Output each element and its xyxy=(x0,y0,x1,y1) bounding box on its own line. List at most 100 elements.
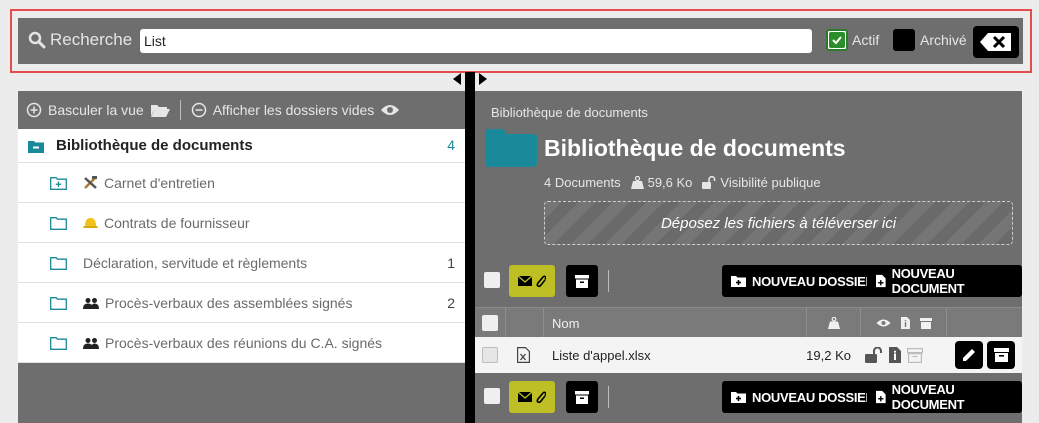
tools-icon xyxy=(84,176,97,189)
archive-button[interactable] xyxy=(566,265,598,297)
row-type-cell xyxy=(517,337,530,373)
select-all-checkbox[interactable] xyxy=(484,388,500,404)
header-size-cell[interactable] xyxy=(807,308,861,338)
new-folder-label: NOUVEAU DOSSIER xyxy=(752,389,875,405)
header-name-cell[interactable]: Nom xyxy=(544,308,807,338)
folder-tree: Bibliothèque de documents 4 Carnet d'ent… xyxy=(18,129,465,363)
envelope-icon xyxy=(518,276,532,286)
file-info-icon[interactable] xyxy=(900,317,910,329)
folder-icon xyxy=(50,256,67,270)
tree-item-label: Déclaration, servitude et règlements xyxy=(83,254,308,271)
folder-plus-icon xyxy=(50,176,67,190)
archive-checkbox[interactable] xyxy=(893,29,915,51)
show-empty-folders-button[interactable]: Afficher les dossiers vides xyxy=(213,102,375,118)
file-size: 19,2 Ko xyxy=(806,347,851,363)
hardhat-icon xyxy=(83,218,98,228)
select-all-checkbox[interactable] xyxy=(484,272,500,288)
archive-button[interactable] xyxy=(566,381,598,413)
visibility-text: Visibilité publique xyxy=(720,175,821,190)
tree-item-pv-reunions[interactable]: Procès-verbaux des réunions du C.A. sign… xyxy=(18,323,465,363)
row-actions-cell xyxy=(955,337,1015,373)
row-size-cell: 19,2 Ko xyxy=(805,337,851,373)
folder-open-icon[interactable] xyxy=(150,102,170,118)
page-title: Bibliothèque de documents xyxy=(544,135,846,161)
header-select-checkbox[interactable] xyxy=(482,315,498,331)
row-name-cell[interactable]: Liste d'appel.xlsx xyxy=(552,337,651,373)
tree-item-label: Carnet d'entretien xyxy=(104,174,215,191)
actif-checkbox[interactable] xyxy=(826,29,848,51)
folder-meta: 4 Documents 59,6 Ko Visibilité publique xyxy=(544,175,821,190)
toolbar-divider xyxy=(179,100,181,120)
weight-icon xyxy=(827,317,840,329)
file-plus-icon xyxy=(876,274,886,288)
tree-root-item[interactable]: Bibliothèque de documents 4 xyxy=(18,129,465,163)
new-document-button[interactable]: NOUVEAU DOCUMENT xyxy=(867,381,1022,413)
search-input[interactable] xyxy=(140,29,812,53)
row-checkbox-cell xyxy=(482,337,498,373)
header-type-cell xyxy=(506,308,544,338)
archive-icon[interactable] xyxy=(919,317,932,329)
row-checkbox[interactable] xyxy=(482,347,498,363)
tree-item-declaration[interactable]: Déclaration, servitude et règlements 1 xyxy=(18,243,465,283)
eye-icon[interactable] xyxy=(876,318,891,328)
archive-label: Archivé xyxy=(920,32,967,48)
tree-toolbar: Basculer la vue Afficher les dossiers vi… xyxy=(18,91,465,129)
minus-circle-icon xyxy=(191,102,206,118)
top-action-bar: NOUVEAU DOSSIER NOUVEAU DOCUMENT xyxy=(475,262,1022,302)
new-document-label: NOUVEAU DOCUMENT xyxy=(891,382,965,412)
folder-plus-icon xyxy=(731,392,746,403)
bottom-action-bar: NOUVEAU DOSSIER NOUVEAU DOCUMENT xyxy=(475,378,1022,418)
toggle-view-button[interactable]: Basculer la vue xyxy=(48,102,144,118)
edit-button[interactable] xyxy=(955,341,983,369)
breadcrumb[interactable]: Bibliothèque de documents xyxy=(491,105,648,120)
weight-icon xyxy=(630,176,644,189)
panel-splitter[interactable] xyxy=(465,72,475,423)
excel-file-icon xyxy=(517,347,530,363)
table-row[interactable]: Liste d'appel.xlsx 19,2 Ko xyxy=(475,337,1022,373)
action-divider xyxy=(608,270,609,292)
file-name[interactable]: Liste d'appel.xlsx xyxy=(552,348,651,363)
tree-item-contrats[interactable]: Contrats de fournisseur xyxy=(18,203,465,243)
tree-item-label: Contrats de fournisseur xyxy=(104,214,250,231)
email-attach-button[interactable] xyxy=(509,265,555,297)
new-folder-button[interactable]: NOUVEAU DOSSIER xyxy=(722,265,884,297)
archive-row-button[interactable] xyxy=(987,341,1015,369)
tree-item-count: 1 xyxy=(447,255,455,271)
folder-icon xyxy=(50,296,67,310)
archive-icon[interactable] xyxy=(907,347,923,363)
search-bar: Recherche Actif Archivé xyxy=(18,18,1023,64)
row-status-cell xyxy=(865,337,923,373)
tree-root-label: Bibliothèque de documents xyxy=(56,137,253,154)
tree-item-label: Procès-verbaux des assemblées signés xyxy=(105,294,353,311)
unlock-icon[interactable] xyxy=(865,347,883,363)
folder-tree-panel: Basculer la vue Afficher les dossiers vi… xyxy=(18,91,469,423)
paperclip-icon xyxy=(536,391,546,404)
actif-label: Actif xyxy=(852,32,880,48)
search-label-text: Recherche xyxy=(50,30,133,49)
new-document-button[interactable]: NOUVEAU DOCUMENT xyxy=(867,265,1022,297)
tree-item-carnet[interactable]: Carnet d'entretien xyxy=(18,163,465,203)
new-document-label: NOUVEAU DOCUMENT xyxy=(891,266,965,296)
folder-plus-icon xyxy=(731,276,746,287)
file-plus-icon xyxy=(876,390,886,404)
new-folder-button[interactable]: NOUVEAU DOSSIER xyxy=(722,381,884,413)
eye-icon[interactable] xyxy=(380,103,400,117)
archive-icon xyxy=(993,348,1009,362)
tree-item-pv-assemblees[interactable]: Procès-verbaux des assemblées signés 2 xyxy=(18,283,465,323)
arrow-right-icon xyxy=(479,73,487,85)
action-divider xyxy=(608,386,609,408)
header-checkbox-cell xyxy=(475,308,506,338)
file-info-icon[interactable] xyxy=(889,347,901,363)
dropzone-text: Déposez les fichiers à téléverser ici xyxy=(660,214,897,232)
splitter-handle[interactable] xyxy=(453,72,487,86)
users-icon xyxy=(83,337,99,349)
pencil-icon xyxy=(963,349,975,361)
document-panel: Bibliothèque de documents Bibliothèque d… xyxy=(475,91,1022,423)
column-name: Nom xyxy=(552,315,580,331)
archive-icon xyxy=(575,274,589,288)
clear-search-button[interactable] xyxy=(973,26,1019,58)
paperclip-icon xyxy=(536,275,546,288)
email-attach-button[interactable] xyxy=(509,381,555,413)
users-icon xyxy=(83,297,99,309)
file-dropzone[interactable]: Déposez les fichiers à téléverser ici xyxy=(544,201,1013,245)
